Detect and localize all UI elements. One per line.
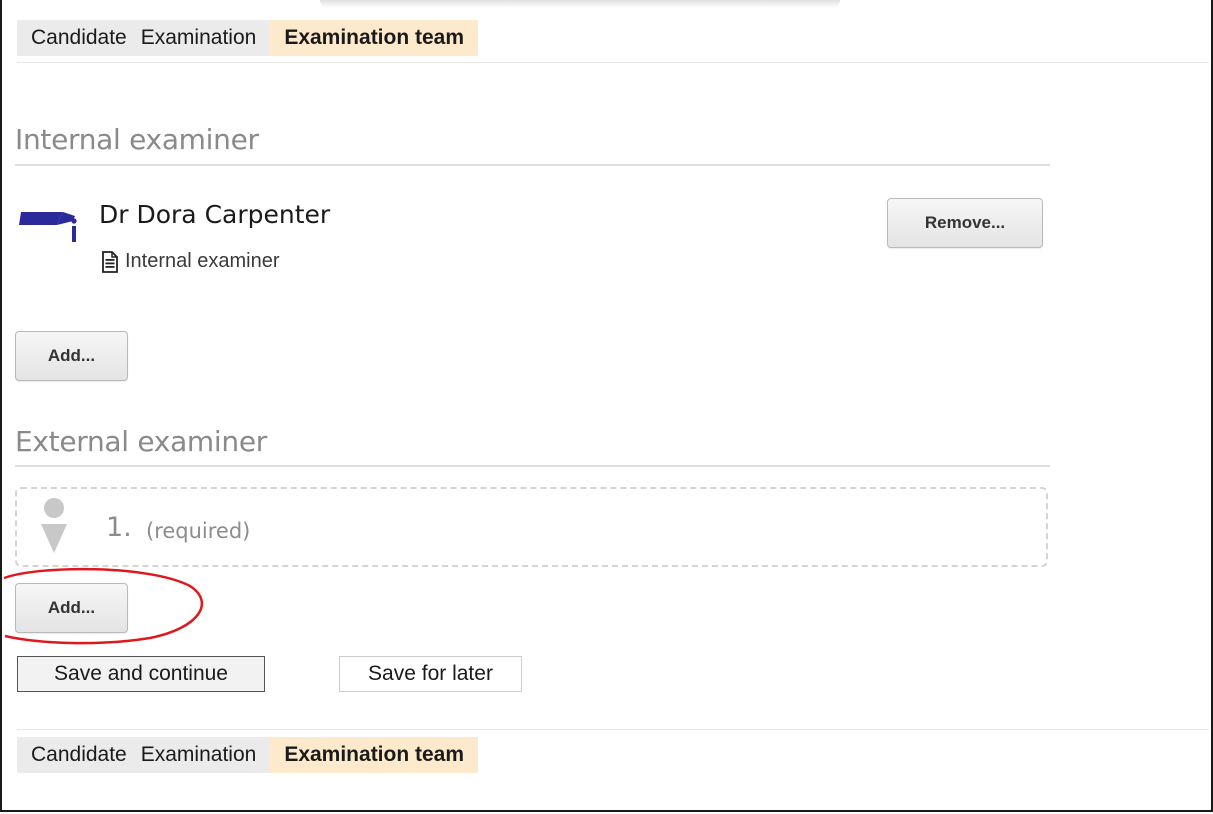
mortarboard-icon: [19, 212, 77, 242]
tab-examination-bottom[interactable]: Examination: [140, 737, 271, 773]
external-examiner-heading: External examiner: [15, 425, 267, 458]
remove-button[interactable]: Remove...: [887, 198, 1043, 248]
external-section-rule: [15, 465, 1050, 467]
tab-bar-top: Candidate Examination Examination team: [17, 20, 479, 56]
tab-bar-bottom: Candidate Examination Examination team: [17, 737, 479, 773]
save-for-later-button[interactable]: Save for later: [339, 656, 522, 692]
tab-divider-bottom: [17, 729, 1209, 730]
internal-examiner-heading: Internal examiner: [15, 123, 259, 156]
tab-candidate[interactable]: Candidate: [17, 20, 141, 56]
slot-required-label: (required): [146, 519, 251, 543]
tab-examination[interactable]: Examination: [140, 20, 271, 56]
examiner-name[interactable]: Dr Dora Carpenter: [99, 200, 330, 229]
add-internal-examiner-button[interactable]: Add...: [15, 331, 128, 381]
top-shadow: [320, 0, 840, 8]
add-external-examiner-button[interactable]: Add...: [15, 583, 128, 633]
examiner-role-label: Internal examiner: [125, 250, 280, 272]
tab-candidate-bottom[interactable]: Candidate: [17, 737, 141, 773]
examiner-role: Internal examiner: [101, 250, 280, 273]
person-placeholder-icon: [41, 498, 67, 553]
tab-divider-top: [17, 62, 1209, 63]
internal-section-rule: [15, 164, 1050, 166]
tab-examination-team[interactable]: Examination team: [270, 20, 479, 56]
slot-number: 1.: [106, 512, 132, 543]
tab-examination-team-bottom[interactable]: Examination team: [270, 737, 479, 773]
document-icon: [102, 250, 118, 273]
save-and-continue-button[interactable]: Save and continue: [17, 656, 265, 692]
